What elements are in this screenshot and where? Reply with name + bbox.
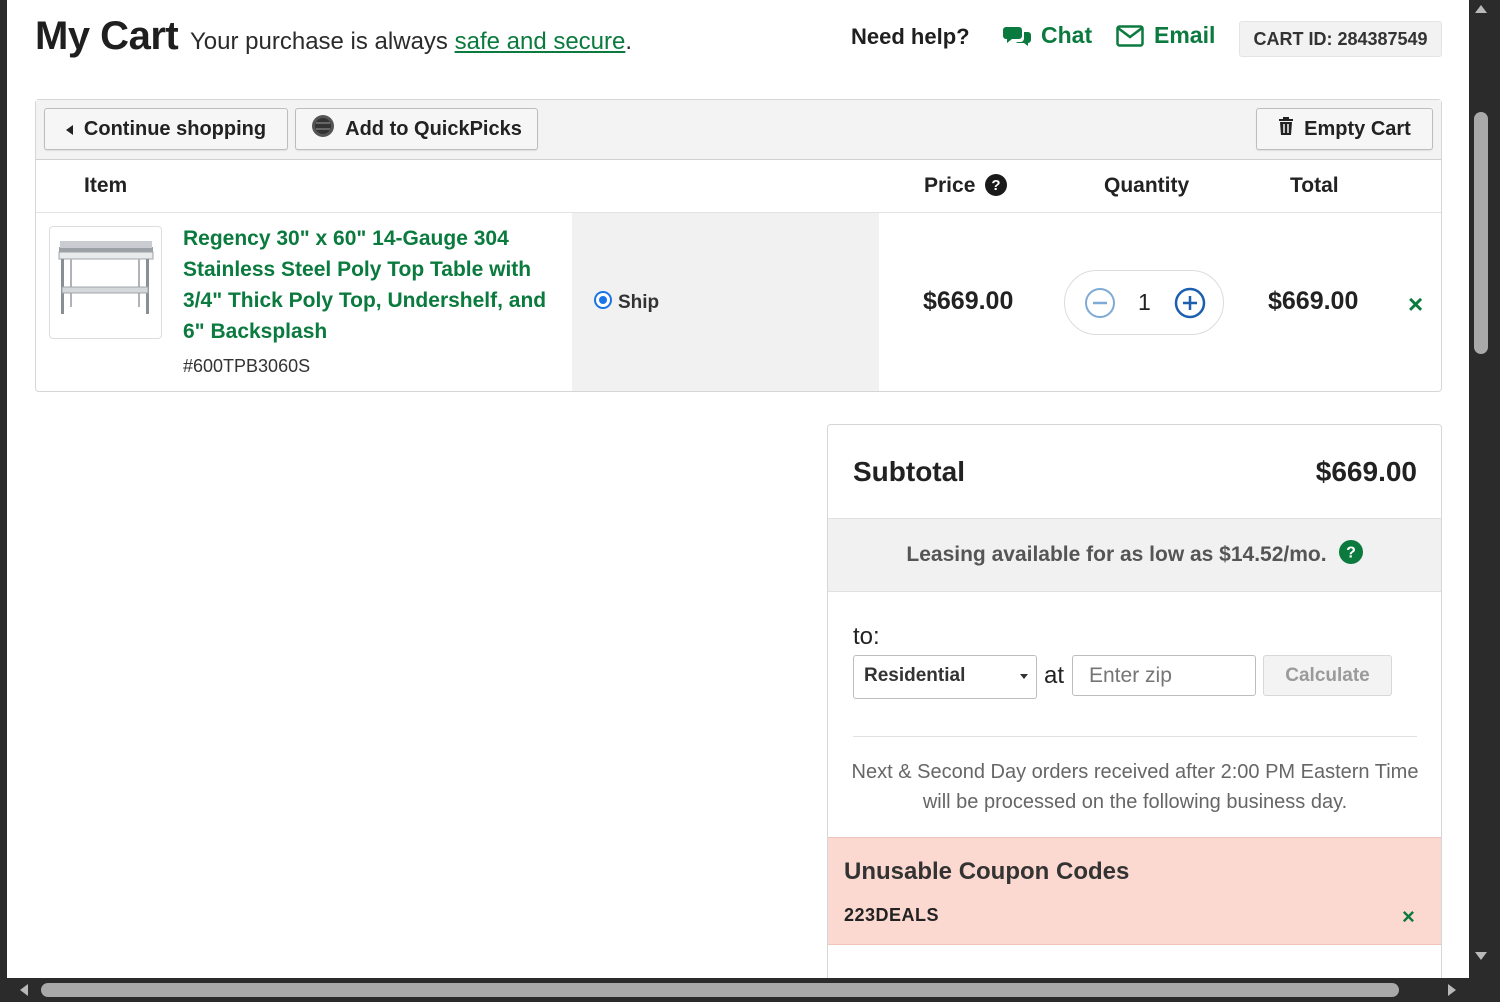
- product-name-link[interactable]: Regency 30" x 60" 14-Gauge 304 Stainless…: [183, 223, 568, 347]
- cart-toolbar: Continue shopping Add to QuickPicks Empt…: [36, 100, 1441, 160]
- window-edge: [0, 0, 7, 978]
- quantity-value[interactable]: 1: [1138, 289, 1151, 316]
- header-price: Price: [924, 174, 976, 197]
- item-price: $669.00: [923, 287, 1014, 315]
- coupon-code: 223DEALS: [844, 905, 940, 925]
- quickpicks-icon: [311, 114, 335, 144]
- fulfillment-cell: Ship: [572, 213, 879, 391]
- chevron-down-icon: [1020, 674, 1028, 679]
- shipping-cutoff-note: Next & Second Day orders received after …: [851, 761, 1419, 813]
- email-link[interactable]: Email: [1116, 22, 1215, 49]
- remove-coupon-button[interactable]: ×: [1402, 904, 1415, 930]
- increase-quantity-button[interactable]: [1174, 287, 1206, 319]
- subtotal-value: $669.00: [1315, 456, 1417, 487]
- svg-text:?: ?: [991, 177, 1000, 194]
- address-type-value: Residential: [864, 665, 966, 686]
- header-quantity: Quantity: [1104, 174, 1190, 197]
- ship-radio[interactable]: [594, 291, 612, 309]
- vertical-scroll-thumb[interactable]: [1474, 112, 1488, 354]
- leasing-banner: Leasing available for as low as $14.52/m…: [828, 518, 1441, 592]
- table-header: Item Price ? Quantity Total: [36, 160, 1441, 213]
- subtotal-label: Subtotal: [853, 456, 965, 487]
- email-label: Email: [1154, 22, 1216, 48]
- trash-icon: [1278, 116, 1294, 142]
- product-sku: #600TPB3060S: [183, 356, 311, 376]
- page-title: My Cart: [35, 14, 179, 58]
- need-help-label: Need help?: [851, 24, 970, 49]
- scroll-left-icon[interactable]: [20, 984, 28, 996]
- tagline-prefix: Your purchase is always: [190, 28, 455, 55]
- add-to-quickpicks-button[interactable]: Add to QuickPicks: [295, 108, 538, 150]
- quantity-stepper: 1: [1064, 270, 1224, 335]
- decrease-quantity-button[interactable]: [1084, 287, 1116, 319]
- empty-cart-button[interactable]: Empty Cart: [1256, 108, 1433, 150]
- item-total: $669.00: [1268, 287, 1359, 315]
- cart-table: Continue shopping Add to QuickPicks Empt…: [35, 99, 1442, 392]
- coupon-title: Unusable Coupon Codes: [844, 858, 1130, 885]
- ship-label: Ship: [618, 292, 660, 313]
- leasing-help-icon[interactable]: ?: [1338, 540, 1363, 570]
- help-icon[interactable]: ?: [985, 174, 1007, 202]
- continue-shopping-label: Continue shopping: [83, 117, 267, 140]
- scroll-up-icon[interactable]: [1475, 5, 1487, 13]
- leasing-text: Leasing available for as low as $14.52/m…: [906, 543, 1327, 566]
- quickpicks-label: Add to QuickPicks: [345, 117, 522, 140]
- header-item: Item: [84, 174, 128, 197]
- chat-icon: [1003, 25, 1031, 47]
- summary-divider: [853, 736, 1417, 737]
- address-type-select[interactable]: Residential: [853, 655, 1037, 699]
- horizontal-scroll-thumb[interactable]: [41, 983, 1399, 997]
- calculate-button[interactable]: Calculate: [1263, 655, 1392, 696]
- horizontal-scrollbar[interactable]: [0, 978, 1500, 1002]
- envelope-icon: [1116, 24, 1144, 47]
- safe-secure-link[interactable]: safe and secure: [455, 28, 626, 55]
- at-label: at: [1044, 662, 1065, 689]
- cart-id-badge: CART ID: 284387549: [1239, 21, 1442, 57]
- remove-item-button[interactable]: ×: [1408, 289, 1423, 320]
- chat-label: Chat: [1041, 22, 1093, 48]
- scroll-down-icon[interactable]: [1475, 952, 1487, 960]
- cart-page: My Cart Your purchase is always safe and…: [7, 0, 1469, 978]
- shipping-to-label: to:: [853, 623, 880, 650]
- table-row: Regency 30" x 60" 14-Gauge 304 Stainless…: [36, 213, 1441, 391]
- vertical-scrollbar[interactable]: [1469, 0, 1500, 978]
- tagline-suffix: .: [625, 28, 633, 55]
- product-thumbnail[interactable]: [49, 226, 162, 339]
- order-summary: Subtotal $669.00 Leasing available for a…: [827, 424, 1442, 978]
- header-total: Total: [1290, 174, 1339, 197]
- security-tagline: Your purchase is always safe and secure.: [190, 28, 632, 56]
- chat-link[interactable]: Chat: [1003, 22, 1092, 49]
- caret-left-icon: [65, 118, 74, 141]
- continue-shopping-button[interactable]: Continue shopping: [44, 108, 288, 150]
- scroll-right-icon[interactable]: [1448, 984, 1456, 996]
- zip-input[interactable]: [1072, 655, 1256, 696]
- empty-cart-label: Empty Cart: [1304, 117, 1411, 140]
- unusable-coupon-panel: Unusable Coupon Codes 223DEALS ×: [828, 837, 1441, 945]
- svg-text:?: ?: [1346, 545, 1356, 562]
